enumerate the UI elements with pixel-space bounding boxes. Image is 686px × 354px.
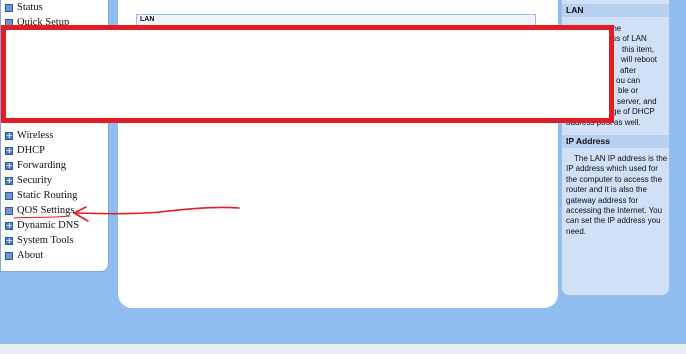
bottom-bar [0, 343, 686, 354]
annotation-arrow-icon [13, 206, 240, 222]
